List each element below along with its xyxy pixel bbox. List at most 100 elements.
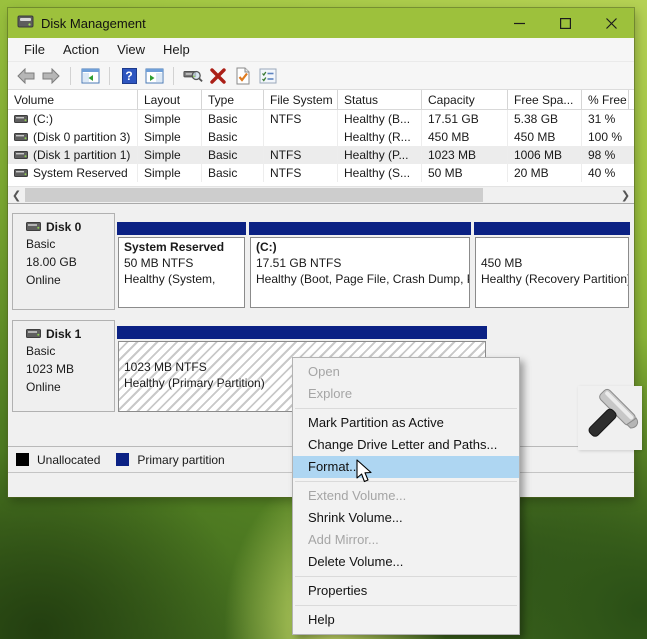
column-header-volume[interactable]: Volume [8,90,138,109]
partition-title: (C:) [256,239,464,255]
menu-help[interactable]: Help [154,38,199,61]
volume-name: (C:) [33,112,53,126]
table-row[interactable]: System Reserved Simple Basic NTFS Health… [8,164,634,182]
scroll-right-arrow[interactable]: ❯ [617,187,634,203]
cell-layout: Simple [138,146,202,164]
console-tree-icon[interactable] [80,66,100,86]
disk-drive-icon [17,15,34,31]
toolbar: ? [8,62,634,90]
cell-fs: NTFS [264,110,338,128]
cell-fs: NTFS [264,164,338,182]
menu-item-open[interactable]: Open [293,361,519,383]
rescan-disks-icon[interactable] [183,66,203,86]
menu-separator [295,481,517,482]
action-pane-icon[interactable] [144,66,164,86]
volume-name: (Disk 0 partition 3) [33,130,130,144]
menu-item-help[interactable]: Help [293,609,519,631]
column-header-status[interactable]: Status [338,90,422,109]
menu-item-mark-partition-active[interactable]: Mark Partition as Active [293,412,519,434]
volume-list: Volume Layout Type File System Status Ca… [8,90,634,186]
cell-capacity: 17.51 GB [422,110,508,128]
partition-title [481,239,623,255]
titlebar[interactable]: Disk Management [8,8,634,38]
menu-file[interactable]: File [15,38,54,61]
legend-label: Unallocated [37,453,100,467]
column-header-file-system[interactable]: File System [264,90,338,109]
mouse-cursor [356,459,374,487]
cell-free: 1006 MB [508,146,582,164]
disk0-info-panel[interactable]: Disk 0 Basic 18.00 GB Online [12,213,115,310]
disk-name: Disk 0 [46,220,81,234]
cell-type: Basic [202,164,264,182]
menu-item-explore[interactable]: Explore [293,383,519,405]
column-header-layout[interactable]: Layout [138,90,202,109]
volume-icon [14,166,28,180]
cell-status: Healthy (P... [338,146,422,164]
table-row[interactable]: (C:) Simple Basic NTFS Healthy (B... 17.… [8,110,634,128]
disk-icon [26,327,41,341]
primary-partition-band [474,222,630,235]
disk-kind: Basic [26,342,110,360]
horizontal-scrollbar[interactable]: ❮ ❯ [8,186,634,203]
cell-status: Healthy (B... [338,110,422,128]
cell-pct: 100 % [582,128,629,146]
toolbar-separator [109,67,110,85]
partition-status: Healthy (Recovery Partition) [481,271,623,287]
back-icon[interactable] [16,66,36,86]
toolbar-separator [173,67,174,85]
disk-status: Online [26,378,110,396]
delete-icon[interactable] [208,66,228,86]
cell-type: Basic [202,146,264,164]
disk-status: Online [26,271,110,289]
menu-item-delete-volume[interactable]: Delete Volume... [293,551,519,573]
disk1-info-panel[interactable]: Disk 1 Basic 1023 MB Online [12,320,115,412]
table-row-selected[interactable]: (Disk 1 partition 1) Simple Basic NTFS H… [8,146,634,164]
volume-icon [14,130,28,144]
minimize-button[interactable] [496,8,542,38]
cell-status: Healthy (S... [338,164,422,182]
disk-size: 18.00 GB [26,253,110,271]
partition-system-reserved[interactable]: System Reserved 50 MB NTFS Healthy (Syst… [117,222,246,308]
menu-bar: File Action View Help [8,38,634,62]
partition-recovery[interactable]: 450 MB Healthy (Recovery Partition) [474,222,630,308]
maximize-button[interactable] [542,8,588,38]
partition-size: 450 MB [481,255,623,271]
column-header-pct-free[interactable]: % Free [582,90,629,109]
column-header-type[interactable]: Type [202,90,264,109]
disk-name: Disk 1 [46,327,81,341]
cell-fs [264,128,338,146]
cell-type: Basic [202,128,264,146]
cell-layout: Simple [138,164,202,182]
forward-icon[interactable] [41,66,61,86]
help-icon[interactable]: ? [119,66,139,86]
volume-name: (Disk 1 partition 1) [33,148,130,162]
cell-pct: 31 % [582,110,629,128]
unallocated-swatch [16,453,29,466]
menu-action[interactable]: Action [54,38,108,61]
menu-item-extend-volume[interactable]: Extend Volume... [293,485,519,507]
scrollbar-thumb[interactable] [25,188,483,202]
menu-item-properties[interactable]: Properties [293,580,519,602]
close-button[interactable] [588,8,634,38]
partition-c-drive[interactable]: (C:) 17.51 GB NTFS Healthy (Boot, Page F… [249,222,471,308]
checklist-icon[interactable] [258,66,278,86]
partition-size: 50 MB NTFS [124,255,239,271]
cell-free: 450 MB [508,128,582,146]
menu-item-change-drive-letter[interactable]: Change Drive Letter and Paths... [293,434,519,456]
column-header-capacity[interactable]: Capacity [422,90,508,109]
cell-layout: Simple [138,110,202,128]
primary-partition-band [117,222,246,235]
partition-title: System Reserved [124,239,239,255]
column-header-free-space[interactable]: Free Spa... [508,90,582,109]
menu-item-add-mirror[interactable]: Add Mirror... [293,529,519,551]
menu-view[interactable]: View [108,38,154,61]
scroll-left-arrow[interactable]: ❮ [8,187,25,203]
cell-status: Healthy (R... [338,128,422,146]
menu-item-format[interactable]: Format... [293,456,519,478]
cell-fs: NTFS [264,146,338,164]
properties-icon[interactable] [233,66,253,86]
volume-list-header: Volume Layout Type File System Status Ca… [8,90,634,110]
hammer-icon [578,386,642,450]
table-row[interactable]: (Disk 0 partition 3) Simple Basic Health… [8,128,634,146]
menu-item-shrink-volume[interactable]: Shrink Volume... [293,507,519,529]
